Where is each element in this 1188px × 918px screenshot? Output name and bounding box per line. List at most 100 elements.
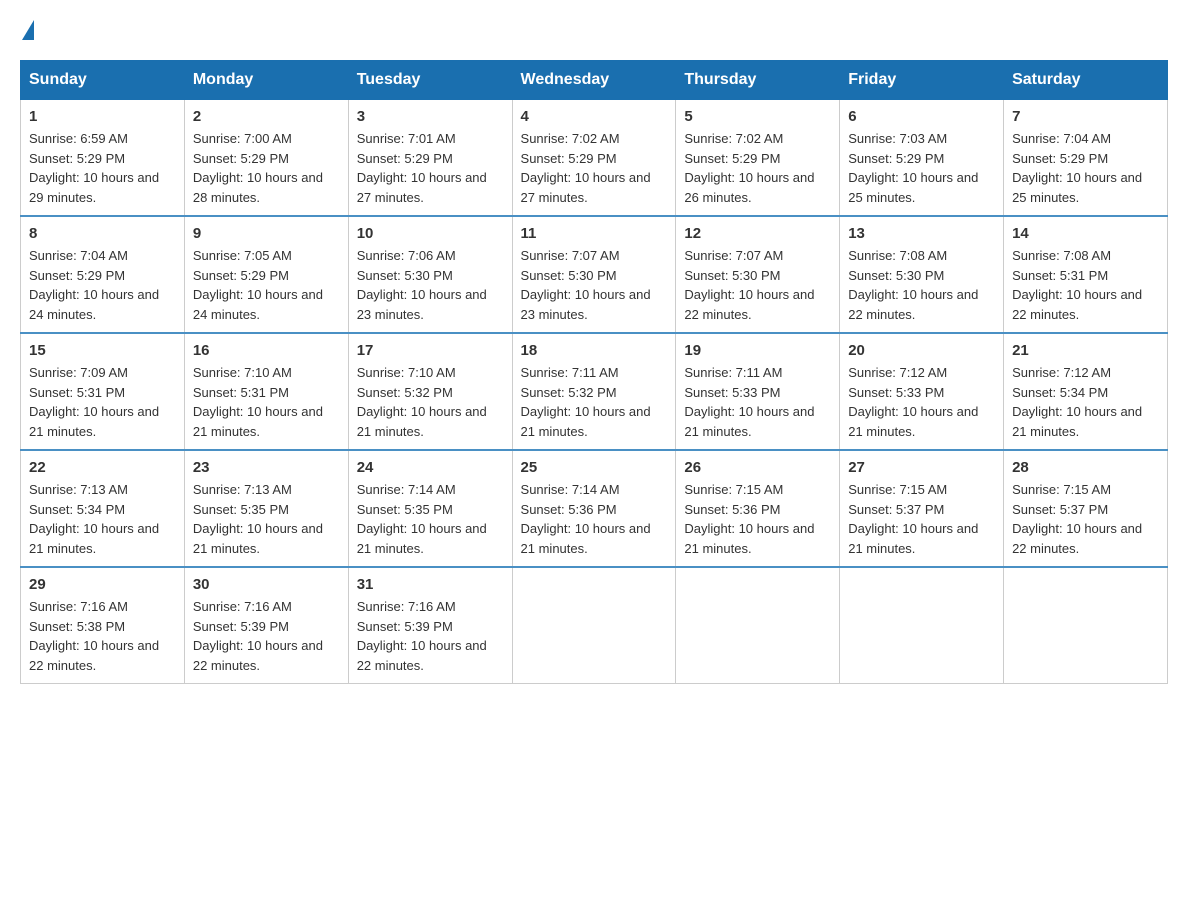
day-number: 5 — [684, 108, 831, 125]
day-number: 31 — [357, 576, 504, 593]
weekday-header: Monday — [184, 61, 348, 100]
day-number: 2 — [193, 108, 340, 125]
day-number: 10 — [357, 225, 504, 242]
day-info: Sunrise: 7:05 AMSunset: 5:29 PMDaylight:… — [193, 246, 340, 324]
calendar-cell — [512, 567, 676, 684]
day-info: Sunrise: 7:13 AMSunset: 5:34 PMDaylight:… — [29, 480, 176, 558]
day-info: Sunrise: 7:04 AMSunset: 5:29 PMDaylight:… — [29, 246, 176, 324]
calendar-cell: 19 Sunrise: 7:11 AMSunset: 5:33 PMDaylig… — [676, 333, 840, 450]
day-number: 26 — [684, 459, 831, 476]
calendar-cell: 28 Sunrise: 7:15 AMSunset: 5:37 PMDaylig… — [1004, 450, 1168, 567]
day-info: Sunrise: 7:07 AMSunset: 5:30 PMDaylight:… — [521, 246, 668, 324]
day-info: Sunrise: 7:15 AMSunset: 5:36 PMDaylight:… — [684, 480, 831, 558]
calendar-cell: 25 Sunrise: 7:14 AMSunset: 5:36 PMDaylig… — [512, 450, 676, 567]
day-number: 4 — [521, 108, 668, 125]
day-info: Sunrise: 7:14 AMSunset: 5:36 PMDaylight:… — [521, 480, 668, 558]
day-number: 25 — [521, 459, 668, 476]
day-number: 18 — [521, 342, 668, 359]
day-number: 27 — [848, 459, 995, 476]
calendar-cell: 2 Sunrise: 7:00 AMSunset: 5:29 PMDayligh… — [184, 100, 348, 217]
day-info: Sunrise: 7:11 AMSunset: 5:33 PMDaylight:… — [684, 363, 831, 441]
day-info: Sunrise: 7:13 AMSunset: 5:35 PMDaylight:… — [193, 480, 340, 558]
calendar-cell: 13 Sunrise: 7:08 AMSunset: 5:30 PMDaylig… — [840, 216, 1004, 333]
calendar-cell: 8 Sunrise: 7:04 AMSunset: 5:29 PMDayligh… — [21, 216, 185, 333]
day-info: Sunrise: 7:15 AMSunset: 5:37 PMDaylight:… — [1012, 480, 1159, 558]
calendar-cell: 3 Sunrise: 7:01 AMSunset: 5:29 PMDayligh… — [348, 100, 512, 217]
day-info: Sunrise: 7:07 AMSunset: 5:30 PMDaylight:… — [684, 246, 831, 324]
logo: Blue — [20, 20, 36, 40]
day-number: 15 — [29, 342, 176, 359]
calendar-cell — [1004, 567, 1168, 684]
calendar-cell — [676, 567, 840, 684]
calendar-cell: 24 Sunrise: 7:14 AMSunset: 5:35 PMDaylig… — [348, 450, 512, 567]
day-number: 23 — [193, 459, 340, 476]
day-info: Sunrise: 6:59 AMSunset: 5:29 PMDaylight:… — [29, 129, 176, 207]
calendar-cell: 23 Sunrise: 7:13 AMSunset: 5:35 PMDaylig… — [184, 450, 348, 567]
calendar-cell: 1 Sunrise: 6:59 AMSunset: 5:29 PMDayligh… — [21, 100, 185, 217]
calendar-week-row: 8 Sunrise: 7:04 AMSunset: 5:29 PMDayligh… — [21, 216, 1168, 333]
logo-triangle-icon — [22, 20, 34, 40]
calendar-cell: 16 Sunrise: 7:10 AMSunset: 5:31 PMDaylig… — [184, 333, 348, 450]
weekday-header: Sunday — [21, 61, 185, 100]
day-info: Sunrise: 7:16 AMSunset: 5:39 PMDaylight:… — [193, 597, 340, 675]
day-info: Sunrise: 7:09 AMSunset: 5:31 PMDaylight:… — [29, 363, 176, 441]
day-number: 12 — [684, 225, 831, 242]
day-info: Sunrise: 7:15 AMSunset: 5:37 PMDaylight:… — [848, 480, 995, 558]
day-info: Sunrise: 7:12 AMSunset: 5:34 PMDaylight:… — [1012, 363, 1159, 441]
day-number: 1 — [29, 108, 176, 125]
day-number: 30 — [193, 576, 340, 593]
calendar-cell: 21 Sunrise: 7:12 AMSunset: 5:34 PMDaylig… — [1004, 333, 1168, 450]
day-number: 21 — [1012, 342, 1159, 359]
day-info: Sunrise: 7:03 AMSunset: 5:29 PMDaylight:… — [848, 129, 995, 207]
day-number: 17 — [357, 342, 504, 359]
calendar-cell: 9 Sunrise: 7:05 AMSunset: 5:29 PMDayligh… — [184, 216, 348, 333]
calendar-cell: 6 Sunrise: 7:03 AMSunset: 5:29 PMDayligh… — [840, 100, 1004, 217]
calendar-cell: 27 Sunrise: 7:15 AMSunset: 5:37 PMDaylig… — [840, 450, 1004, 567]
day-number: 20 — [848, 342, 995, 359]
day-info: Sunrise: 7:02 AMSunset: 5:29 PMDaylight:… — [684, 129, 831, 207]
weekday-header: Saturday — [1004, 61, 1168, 100]
calendar-cell: 4 Sunrise: 7:02 AMSunset: 5:29 PMDayligh… — [512, 100, 676, 217]
day-info: Sunrise: 7:08 AMSunset: 5:31 PMDaylight:… — [1012, 246, 1159, 324]
day-number: 11 — [521, 225, 668, 242]
calendar-cell: 17 Sunrise: 7:10 AMSunset: 5:32 PMDaylig… — [348, 333, 512, 450]
day-info: Sunrise: 7:16 AMSunset: 5:38 PMDaylight:… — [29, 597, 176, 675]
calendar-cell: 20 Sunrise: 7:12 AMSunset: 5:33 PMDaylig… — [840, 333, 1004, 450]
day-info: Sunrise: 7:02 AMSunset: 5:29 PMDaylight:… — [521, 129, 668, 207]
calendar-cell — [840, 567, 1004, 684]
calendar-cell: 22 Sunrise: 7:13 AMSunset: 5:34 PMDaylig… — [21, 450, 185, 567]
calendar-cell: 30 Sunrise: 7:16 AMSunset: 5:39 PMDaylig… — [184, 567, 348, 684]
day-number: 19 — [684, 342, 831, 359]
day-number: 24 — [357, 459, 504, 476]
day-number: 3 — [357, 108, 504, 125]
calendar-cell: 5 Sunrise: 7:02 AMSunset: 5:29 PMDayligh… — [676, 100, 840, 217]
day-info: Sunrise: 7:12 AMSunset: 5:33 PMDaylight:… — [848, 363, 995, 441]
day-info: Sunrise: 7:10 AMSunset: 5:31 PMDaylight:… — [193, 363, 340, 441]
calendar-cell: 14 Sunrise: 7:08 AMSunset: 5:31 PMDaylig… — [1004, 216, 1168, 333]
day-info: Sunrise: 7:14 AMSunset: 5:35 PMDaylight:… — [357, 480, 504, 558]
calendar-cell: 7 Sunrise: 7:04 AMSunset: 5:29 PMDayligh… — [1004, 100, 1168, 217]
day-number: 7 — [1012, 108, 1159, 125]
weekday-header: Wednesday — [512, 61, 676, 100]
calendar-cell: 15 Sunrise: 7:09 AMSunset: 5:31 PMDaylig… — [21, 333, 185, 450]
calendar-cell: 31 Sunrise: 7:16 AMSunset: 5:39 PMDaylig… — [348, 567, 512, 684]
calendar-cell: 29 Sunrise: 7:16 AMSunset: 5:38 PMDaylig… — [21, 567, 185, 684]
calendar-cell: 11 Sunrise: 7:07 AMSunset: 5:30 PMDaylig… — [512, 216, 676, 333]
day-number: 28 — [1012, 459, 1159, 476]
day-number: 9 — [193, 225, 340, 242]
day-info: Sunrise: 7:01 AMSunset: 5:29 PMDaylight:… — [357, 129, 504, 207]
day-number: 29 — [29, 576, 176, 593]
calendar-header-row: SundayMondayTuesdayWednesdayThursdayFrid… — [21, 61, 1168, 100]
day-info: Sunrise: 7:04 AMSunset: 5:29 PMDaylight:… — [1012, 129, 1159, 207]
calendar-week-row: 22 Sunrise: 7:13 AMSunset: 5:34 PMDaylig… — [21, 450, 1168, 567]
day-number: 13 — [848, 225, 995, 242]
calendar-cell: 18 Sunrise: 7:11 AMSunset: 5:32 PMDaylig… — [512, 333, 676, 450]
day-info: Sunrise: 7:00 AMSunset: 5:29 PMDaylight:… — [193, 129, 340, 207]
day-info: Sunrise: 7:16 AMSunset: 5:39 PMDaylight:… — [357, 597, 504, 675]
day-info: Sunrise: 7:11 AMSunset: 5:32 PMDaylight:… — [521, 363, 668, 441]
weekday-header: Thursday — [676, 61, 840, 100]
day-info: Sunrise: 7:06 AMSunset: 5:30 PMDaylight:… — [357, 246, 504, 324]
day-number: 8 — [29, 225, 176, 242]
calendar-week-row: 1 Sunrise: 6:59 AMSunset: 5:29 PMDayligh… — [21, 100, 1168, 217]
weekday-header: Tuesday — [348, 61, 512, 100]
